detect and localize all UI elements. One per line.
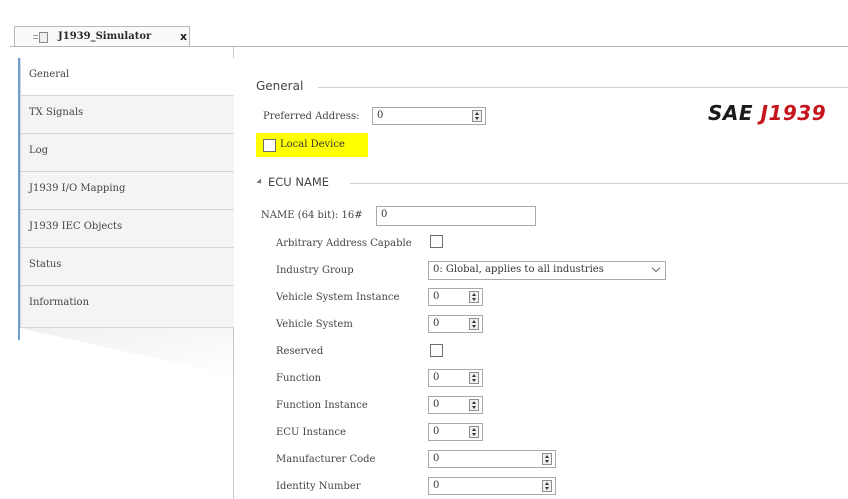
- nav-item-label: J1939 I/O Mapping: [29, 183, 126, 194]
- nav-item-label: General: [29, 69, 70, 80]
- vehicle-system-instance-input[interactable]: 0: [428, 288, 483, 306]
- reserved-checkbox[interactable]: [430, 344, 443, 357]
- spinner-icon[interactable]: [469, 318, 479, 330]
- document-tab-title: J1939_Simulator: [58, 31, 152, 42]
- identity-number-input[interactable]: 0: [428, 477, 556, 495]
- vehicle-system-label: Vehicle System: [276, 319, 353, 330]
- vehicle-system-value: 0: [433, 318, 440, 329]
- identity-number-label: Identity Number: [276, 481, 361, 492]
- reserved-label: Reserved: [276, 346, 324, 357]
- spinner-icon[interactable]: [472, 110, 482, 122]
- chevron-down-icon[interactable]: [651, 263, 661, 273]
- collapse-triangle-icon[interactable]: [256, 178, 264, 186]
- ecu-name-section-rule: [350, 183, 848, 184]
- spinner-icon[interactable]: [542, 480, 552, 492]
- spinner-icon[interactable]: [469, 426, 479, 438]
- ecu-instance-label: ECU Instance: [276, 427, 347, 438]
- nav-item-label: Information: [29, 297, 90, 308]
- nav-item-j1939-io-mapping[interactable]: J1939 I/O Mapping: [20, 172, 234, 210]
- spinner-icon[interactable]: [469, 399, 479, 411]
- ecu-instance-input[interactable]: 0: [428, 423, 483, 441]
- close-icon[interactable]: x: [180, 30, 187, 43]
- document-tab[interactable]: J1939_Simulator x: [14, 26, 190, 47]
- function-instance-label: Function Instance: [276, 400, 368, 411]
- spinner-icon[interactable]: [469, 372, 479, 384]
- general-section-title: General: [256, 79, 304, 93]
- name-64bit-input[interactable]: 0: [376, 206, 536, 226]
- local-device-label: Local Device: [280, 139, 345, 150]
- vehicle-system-instance-value: 0: [433, 291, 440, 302]
- logo-prefix: SAE: [708, 101, 754, 125]
- name-64bit-label: NAME (64 bit): 16#: [261, 210, 363, 221]
- vehicle-system-instance-label: Vehicle System Instance: [276, 292, 400, 303]
- document-icon: [33, 32, 48, 43]
- nav-item-label: Status: [29, 259, 62, 270]
- function-instance-value: 0: [433, 399, 440, 410]
- identity-number-value: 0: [433, 480, 440, 491]
- ecu-instance-value: 0: [433, 426, 440, 437]
- industry-group-label: Industry Group: [276, 265, 354, 276]
- vehicle-system-input[interactable]: 0: [428, 315, 483, 333]
- nav-item-status[interactable]: Status: [20, 248, 234, 286]
- nav-item-tx-signals[interactable]: TX Signals: [20, 96, 234, 134]
- name-64bit-value: 0: [381, 209, 388, 220]
- spinner-icon[interactable]: [469, 291, 479, 303]
- function-value: 0: [433, 372, 440, 383]
- preferred-address-input[interactable]: 0: [372, 107, 486, 125]
- industry-group-value: 0: Global, applies to all industries: [433, 264, 604, 275]
- manufacturer-code-input[interactable]: 0: [428, 450, 556, 468]
- arbitrary-address-capable-label: Arbitrary Address Capable: [276, 238, 412, 249]
- logo-suffix: J1939: [760, 101, 827, 125]
- manufacturer-code-value: 0: [433, 453, 440, 464]
- nav-item-information[interactable]: Information: [20, 286, 234, 328]
- nav-item-j1939-iec-objects[interactable]: J1939 IEC Objects: [20, 210, 234, 248]
- nav-item-label: J1939 IEC Objects: [29, 221, 123, 232]
- preferred-address-label: Preferred Address:: [263, 111, 360, 122]
- sae-j1939-logo: SAE J1939: [708, 101, 826, 125]
- manufacturer-code-label: Manufacturer Code: [276, 454, 376, 465]
- preferred-address-value: 0: [377, 110, 384, 121]
- nav-item-general[interactable]: General: [20, 58, 234, 96]
- general-section-rule: [318, 87, 848, 88]
- spinner-icon[interactable]: [542, 453, 552, 465]
- function-label: Function: [276, 373, 322, 384]
- arbitrary-address-capable-checkbox[interactable]: [430, 235, 443, 248]
- industry-group-select[interactable]: 0: Global, applies to all industries: [428, 261, 666, 280]
- function-input[interactable]: 0: [428, 369, 483, 387]
- ecu-name-section-title: ECU NAME: [268, 175, 330, 189]
- nav-item-log[interactable]: Log: [20, 134, 234, 172]
- nav-item-label: Log: [29, 145, 49, 156]
- nav-item-label: TX Signals: [29, 107, 84, 118]
- function-instance-input[interactable]: 0: [428, 396, 483, 414]
- local-device-checkbox[interactable]: [263, 139, 276, 152]
